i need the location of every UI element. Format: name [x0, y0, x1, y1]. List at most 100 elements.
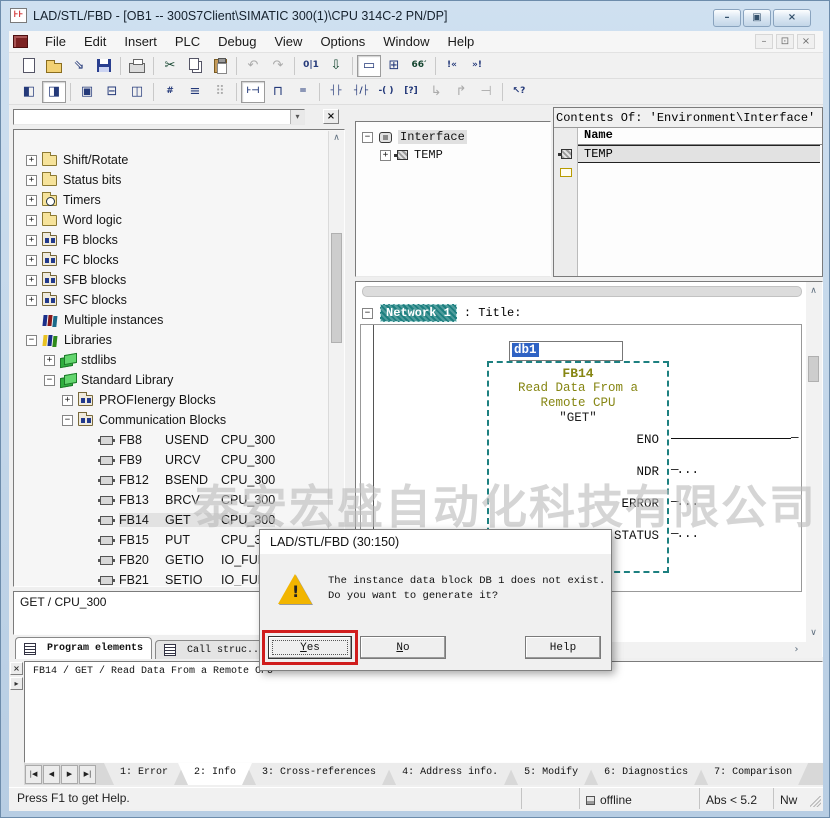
tree-item-fb9[interactable]: FB9 URCV CPU_300	[14, 450, 344, 470]
tree-scrollbar[interactable]: ∧ ∨	[328, 131, 344, 587]
expander-icon[interactable]: +	[44, 355, 55, 366]
help-button[interactable]: Help	[525, 636, 601, 659]
tab-address-info[interactable]: 4: Address info.	[386, 763, 514, 785]
expander-icon[interactable]: +	[62, 395, 73, 406]
redo-button[interactable]: ↷	[266, 55, 290, 77]
expander-icon[interactable]: +	[26, 155, 37, 166]
output-status[interactable]: ...	[671, 518, 801, 550]
expander-icon[interactable]: +	[26, 295, 37, 306]
download-button[interactable]: ⇩	[324, 55, 348, 77]
tab-modify[interactable]: 5: Modify	[508, 763, 594, 785]
symbol-info-button[interactable]: ⊞	[382, 55, 406, 77]
tree-item-fc-blocks[interactable]: + FC blocks	[14, 250, 344, 270]
tab-error[interactable]: 1: Error	[104, 763, 184, 785]
menu-edit[interactable]: Edit	[75, 32, 115, 51]
symbol-list-button[interactable]: ≡	[183, 81, 207, 103]
output-close-button[interactable]: ×	[10, 662, 23, 675]
mdi-restore-button[interactable]: ⊡	[776, 34, 794, 49]
help-cursor-button[interactable]: ↖?	[507, 81, 531, 103]
chevron-down-icon[interactable]: ▾	[290, 110, 304, 124]
separator[interactable]	[150, 81, 157, 103]
address-identification-button[interactable]: #	[158, 81, 182, 103]
next-error-button[interactable]: »!	[465, 55, 489, 77]
tab-info[interactable]: 2: Info	[178, 763, 252, 785]
tab-diagnostics[interactable]: 6: Diagnostics	[588, 763, 704, 785]
scroll-up-icon[interactable]: ∧	[806, 284, 821, 299]
coil-button[interactable]: -( )	[374, 81, 398, 103]
tile-horizontal-button[interactable]: ⊟	[100, 81, 124, 103]
tree-item-standard-library[interactable]: − Standard Library	[14, 370, 344, 390]
expander-icon[interactable]: +	[26, 275, 37, 286]
mdi-close-button[interactable]: ×	[797, 34, 815, 49]
network-vscrollbar[interactable]: ∧ ∨	[806, 282, 822, 658]
menu-insert[interactable]: Insert	[115, 32, 166, 51]
tile-vertical-button[interactable]: ◫	[125, 81, 149, 103]
comment-strip[interactable]	[362, 286, 802, 297]
save-button[interactable]	[92, 55, 116, 77]
separator[interactable]	[233, 81, 240, 103]
layout-detail-button[interactable]: ◨	[42, 81, 66, 103]
expander-icon[interactable]: +	[26, 235, 37, 246]
menu-help[interactable]: Help	[439, 32, 484, 51]
prev-tab-icon[interactable]: ◀	[43, 765, 60, 784]
scrollbar-thumb[interactable]	[331, 233, 342, 343]
expander-icon[interactable]: +	[26, 215, 37, 226]
new-file-button[interactable]	[17, 55, 41, 77]
expander-icon[interactable]: −	[62, 415, 73, 426]
contents-row-temp[interactable]: TEMP	[578, 145, 820, 163]
overview-close-button[interactable]: ×	[323, 109, 339, 124]
open-button[interactable]	[42, 55, 66, 77]
cut-button[interactable]: ✂	[158, 55, 182, 77]
separator[interactable]	[432, 55, 439, 77]
separator[interactable]	[349, 55, 356, 77]
expander-icon[interactable]: −	[44, 375, 55, 386]
output-error[interactable]: ...	[671, 486, 801, 518]
interface-temp-row[interactable]: + TEMP	[356, 146, 550, 164]
tree-item-stdlibs[interactable]: + stdlibs	[14, 350, 344, 370]
expander-icon[interactable]: +	[26, 255, 37, 266]
restore-button[interactable]: ▣	[743, 9, 771, 27]
output-eno[interactable]	[671, 422, 801, 454]
menu-file[interactable]: File	[36, 32, 75, 51]
box-symbol-button[interactable]: ⊓	[266, 81, 290, 103]
expander-icon[interactable]: +	[380, 150, 391, 161]
tree-item-shift-rotate[interactable]: + Shift/Rotate	[14, 150, 344, 170]
no-button[interactable]: No	[360, 636, 446, 659]
block-filter-combobox[interactable]: ▾	[13, 109, 305, 125]
network-label[interactable]: Network 1	[380, 304, 457, 322]
separator[interactable]	[291, 55, 298, 77]
tree-item-word-logic[interactable]: + Word logic	[14, 210, 344, 230]
resize-grip[interactable]	[809, 788, 823, 809]
separator[interactable]	[499, 81, 506, 103]
cascade-windows-button[interactable]: ▣	[75, 81, 99, 103]
close-button[interactable]: ×	[773, 9, 811, 27]
expander-icon[interactable]: +	[26, 195, 37, 206]
tab-cross-references[interactable]: 3: Cross-references	[246, 763, 392, 785]
menu-window[interactable]: Window	[374, 32, 438, 51]
separator[interactable]	[233, 55, 240, 77]
print-button[interactable]	[125, 55, 149, 77]
output-text-area[interactable]: FB14 / GET / Read Data From a Remote CPU	[24, 661, 823, 763]
separator[interactable]	[117, 55, 124, 77]
separator[interactable]	[67, 81, 74, 103]
tab-comparison[interactable]: 7: Comparison	[698, 763, 808, 785]
tree-item-fb12[interactable]: FB12 BSEND CPU_300	[14, 470, 344, 490]
first-tab-icon[interactable]: |◀	[25, 765, 42, 784]
lad-symbols-button[interactable]: ⊦⊣	[241, 81, 265, 103]
tree-item-fb-blocks[interactable]: + FB blocks	[14, 230, 344, 250]
menu-view[interactable]: View	[265, 32, 311, 51]
menu-plc[interactable]: PLC	[166, 32, 209, 51]
prev-error-button[interactable]: !«	[440, 55, 464, 77]
copy-button[interactable]	[183, 55, 207, 77]
close-branch-button[interactable]: ↱	[449, 81, 473, 103]
overview-toggle-button[interactable]: ▭	[357, 55, 381, 77]
dialog-title[interactable]: LAD/STL/FBD (30:150)	[260, 530, 611, 554]
next-tab-icon[interactable]: ▶	[61, 765, 78, 784]
network-title-label[interactable]: : Title:	[464, 306, 522, 320]
monitor-01-button[interactable]: 0|1	[299, 55, 323, 77]
expander-icon[interactable]: +	[26, 175, 37, 186]
tab-call-structure[interactable]: Call struc...	[155, 640, 274, 659]
scroll-down-icon[interactable]: ∨	[806, 626, 821, 641]
tree-item-libraries[interactable]: − Libraries	[14, 330, 344, 350]
tree-item-profienergy-blocks[interactable]: + PROFIenergy Blocks	[14, 390, 344, 410]
